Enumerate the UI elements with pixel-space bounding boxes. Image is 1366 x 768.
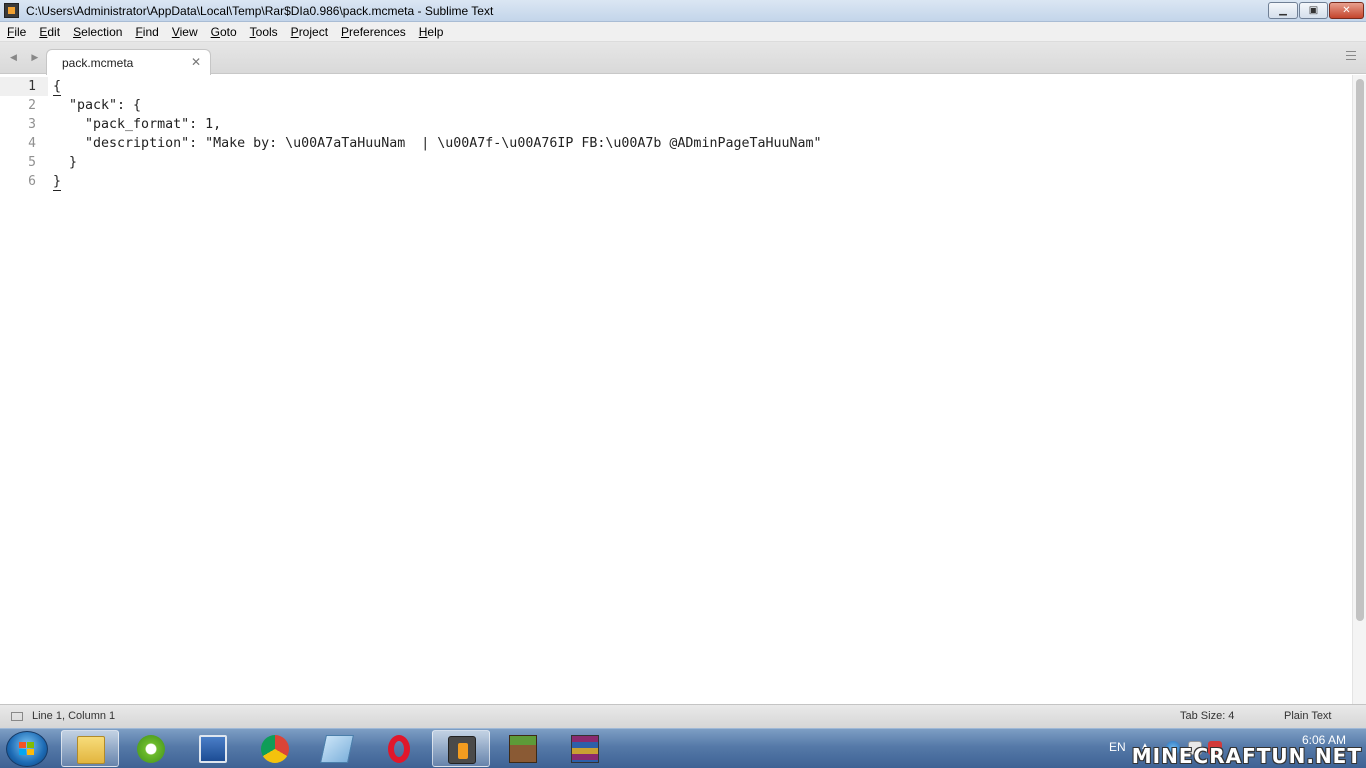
minimize-button[interactable]: ▁ <box>1268 2 1298 19</box>
line-number: 3 <box>28 117 36 132</box>
notepad-icon <box>320 735 354 763</box>
winrar-icon <box>571 735 599 763</box>
editor-area[interactable]: 1 2 3 4 5 6 { "pack": { "pack_format": 1… <box>0 75 1352 704</box>
code-line[interactable]: } <box>53 153 77 172</box>
menu-file[interactable]: File <box>7 25 26 39</box>
menu-goto[interactable]: Goto <box>211 25 237 39</box>
watermark-text: MINECRAFTUN.NET <box>1131 744 1362 768</box>
line-number: 1 <box>28 79 36 94</box>
line-number: 2 <box>28 98 36 113</box>
taskbar-coccoc[interactable] <box>122 730 180 767</box>
menu-bar: File Edit Selection Find View Goto Tools… <box>0 22 1366 42</box>
tab-size-indicator[interactable]: Tab Size: 4 <box>1180 710 1234 722</box>
line-number: 4 <box>28 136 36 151</box>
menu-tools[interactable]: Tools <box>250 25 278 39</box>
maximize-icon: ▣ <box>1308 5 1319 16</box>
taskbar-opera[interactable] <box>370 730 428 767</box>
menu-preferences[interactable]: Preferences <box>341 25 406 39</box>
minecraft-icon <box>509 735 537 763</box>
syntax-indicator[interactable]: Plain Text <box>1284 710 1332 722</box>
panel-toggle-icon[interactable] <box>11 712 23 721</box>
opera-icon <box>388 735 410 763</box>
start-button[interactable] <box>6 731 48 767</box>
taskbar-notepad[interactable] <box>308 730 366 767</box>
remote-desktop-icon <box>199 735 227 763</box>
scrollbar-thumb[interactable] <box>1356 79 1364 621</box>
code-line[interactable]: { <box>53 77 62 96</box>
window-titlebar: C:\Users\Administrator\AppData\Local\Tem… <box>0 0 1366 22</box>
menu-edit[interactable]: Edit <box>39 25 60 39</box>
tab-strip: ◀ ▶ pack.mcmeta ✕ <box>0 42 1366 75</box>
menu-find[interactable]: Find <box>135 25 158 39</box>
taskbar-chrome[interactable] <box>246 730 304 767</box>
menu-help[interactable]: Help <box>419 25 444 39</box>
coccoc-icon <box>137 735 165 763</box>
language-indicator[interactable]: EN <box>1109 740 1126 754</box>
windows-logo-icon <box>19 742 35 756</box>
minimize-icon: ▁ <box>1279 5 1287 16</box>
code-line[interactable]: "pack_format": 1, <box>53 115 221 134</box>
taskbar-remote-desktop[interactable] <box>184 730 242 767</box>
close-icon: ✕ <box>1342 5 1351 16</box>
tab-list-menu-icon[interactable] <box>1346 51 1356 60</box>
window-title: C:\Users\Administrator\AppData\Local\Tem… <box>26 4 494 18</box>
taskbar-sublime-text[interactable] <box>432 730 490 767</box>
menu-project[interactable]: Project <box>291 25 328 39</box>
tab-pack-mcmeta[interactable]: pack.mcmeta ✕ <box>46 49 211 75</box>
menu-view[interactable]: View <box>172 25 198 39</box>
status-bar: Line 1, Column 1 Tab Size: 4 Plain Text <box>0 704 1366 728</box>
taskbar-winrar[interactable] <box>556 730 614 767</box>
tab-nav-arrows-icon[interactable]: ◀ ▶ <box>10 52 44 63</box>
line-number-gutter: 1 2 3 4 5 6 <box>0 75 44 704</box>
taskbar-file-explorer[interactable] <box>61 730 119 767</box>
cursor-position[interactable]: Line 1, Column 1 <box>32 710 115 722</box>
line-number: 5 <box>28 155 36 170</box>
close-button[interactable]: ✕ <box>1329 2 1364 19</box>
vertical-scrollbar[interactable] <box>1352 75 1366 704</box>
code-line[interactable]: "pack": { <box>53 96 141 115</box>
sublime-app-icon[interactable] <box>4 3 19 18</box>
folder-icon <box>77 736 105 764</box>
taskbar-minecraft[interactable] <box>494 730 552 767</box>
tab-close-icon[interactable]: ✕ <box>191 55 201 69</box>
code-line[interactable]: } <box>53 172 62 191</box>
chrome-icon <box>261 735 289 763</box>
tab-label: pack.mcmeta <box>62 56 134 70</box>
maximize-button[interactable]: ▣ <box>1299 2 1328 19</box>
menu-selection[interactable]: Selection <box>73 25 122 39</box>
line-number: 6 <box>28 174 36 189</box>
sublime-text-icon <box>448 736 476 764</box>
code-line[interactable]: "description": "Make by: \u00A7aTaHuuNam… <box>53 134 822 153</box>
